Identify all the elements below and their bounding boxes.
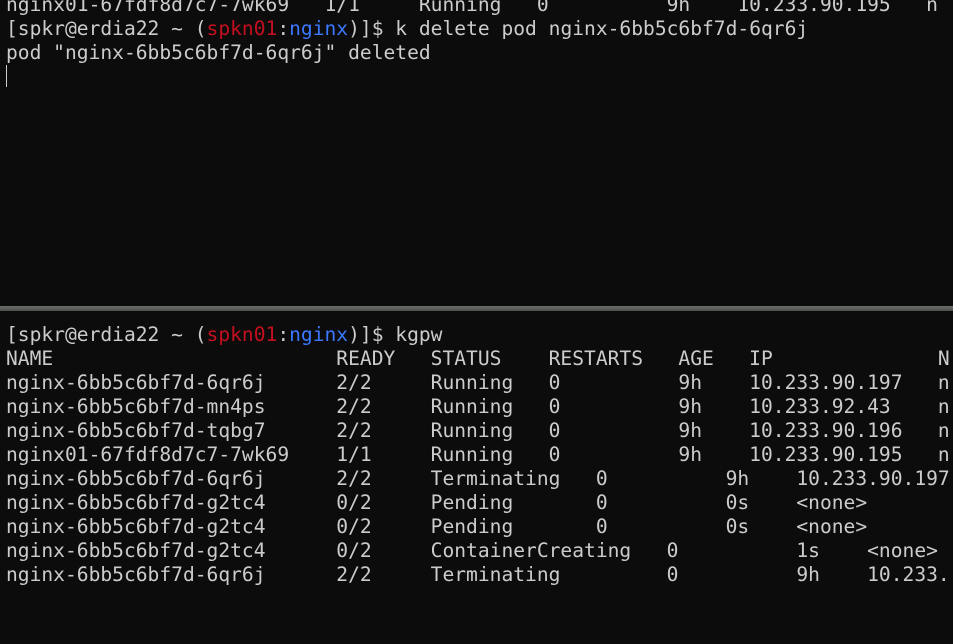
pod-row: nginx01-67fdf8d7c7-7wk69 1/1 Running 0 9… bbox=[6, 443, 950, 466]
command-text: k delete pod nginx-6bb5c6bf7d-6qr6j bbox=[395, 17, 809, 40]
command-output-line: pod "nginx-6bb5c6bf7d-6qr6j" deleted bbox=[6, 41, 431, 64]
pod-row: nginx-6bb5c6bf7d-6qr6j 2/2 Running 0 9h … bbox=[6, 371, 950, 394]
command-prompt-line: [spkr@erdia22 ~ (spkn01:nginx)]$ kgpw bbox=[6, 323, 443, 346]
terminal-pane-bottom[interactable]: [spkr@erdia22 ~ (spkn01:nginx)]$ kgpw NA… bbox=[0, 311, 953, 644]
prompt-namespace: nginx bbox=[289, 17, 349, 40]
pod-watch-row: nginx-6bb5c6bf7d-g2tc4 0/2 Pending 0 0s … bbox=[6, 491, 868, 514]
pod-watch-row: nginx-6bb5c6bf7d-g2tc4 0/2 Pending 0 0s … bbox=[6, 515, 868, 538]
pod-watch-row: nginx-6bb5c6bf7d-6qr6j 2/2 Terminating 0… bbox=[6, 563, 950, 586]
prompt-user-host: spkr@erdia22 bbox=[17, 323, 160, 346]
text-cursor bbox=[6, 65, 7, 87]
table-header-line: NAME READY STATUS RESTARTS AGE IP N bbox=[6, 347, 950, 370]
terminal-pane-top[interactable]: nginx01-67fdf8d7c7-7wk69 1/1 Running 0 9… bbox=[0, 0, 953, 306]
prompt-context: spkn01 bbox=[206, 323, 278, 346]
prompt-context: spkn01 bbox=[206, 17, 278, 40]
command-text: kgpw bbox=[395, 323, 443, 346]
command-prompt-line: [spkr@erdia22 ~ (spkn01:nginx)]$ k delet… bbox=[6, 17, 809, 40]
previous-output-line: nginx01-67fdf8d7c7-7wk69 1/1 Running 0 9… bbox=[6, 0, 938, 16]
prompt-dir: ~ bbox=[171, 323, 183, 346]
prompt-dir: ~ bbox=[171, 17, 183, 40]
pod-row: nginx-6bb5c6bf7d-mn4ps 2/2 Running 0 9h … bbox=[6, 395, 950, 418]
pod-watch-row: nginx-6bb5c6bf7d-6qr6j 2/2 Terminating 0… bbox=[6, 467, 950, 490]
pod-watch-row: nginx-6bb5c6bf7d-g2tc4 0/2 ContainerCrea… bbox=[6, 539, 938, 562]
prompt-user-host: spkr@erdia22 bbox=[17, 17, 160, 40]
pod-row: nginx-6bb5c6bf7d-tqbg7 2/2 Running 0 9h … bbox=[6, 419, 950, 442]
prompt-namespace: nginx bbox=[289, 323, 349, 346]
